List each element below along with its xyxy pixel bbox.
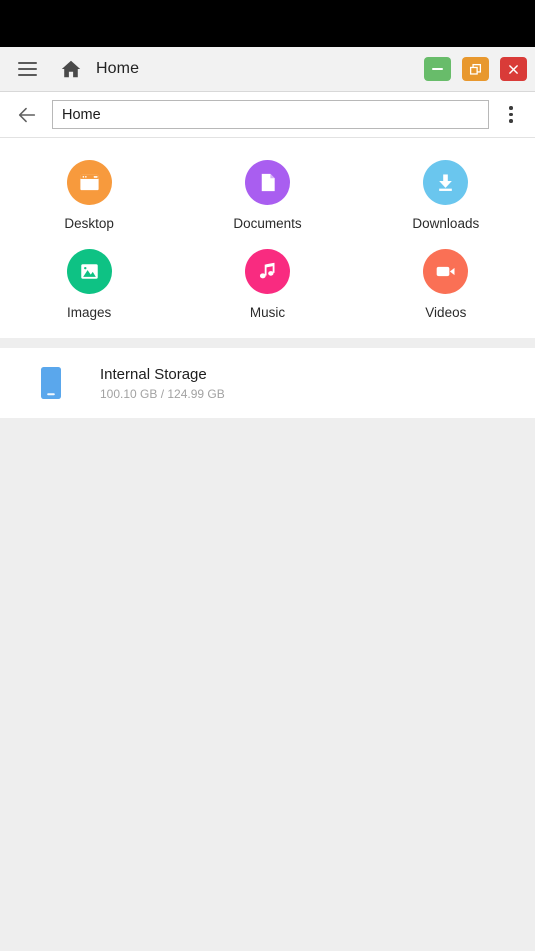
- storage-card: Internal Storage 100.10 GB / 124.99 GB: [0, 348, 535, 418]
- title-bar: Home: [0, 47, 535, 92]
- shortcut-label: Videos: [425, 305, 467, 320]
- document-page-icon: [244, 160, 290, 205]
- system-status-bar: [0, 0, 535, 47]
- window-title: Home: [96, 60, 140, 77]
- file-manager-window: Home Home Desktop Documents Downloads Im…: [0, 0, 535, 951]
- home-icon: [58, 56, 84, 82]
- shortcut-music[interactable]: Music: [178, 245, 356, 322]
- shortcut-label: Downloads: [412, 216, 480, 231]
- hamburger-menu-icon[interactable]: [14, 56, 40, 82]
- restore-button[interactable]: [462, 57, 489, 81]
- close-icon: [509, 64, 518, 74]
- shortcut-desktop[interactable]: Desktop: [0, 156, 178, 233]
- shortcut-label: Documents: [233, 216, 302, 231]
- shortcuts-card: Desktop Documents Downloads Images Music…: [0, 138, 535, 338]
- minimize-button[interactable]: [424, 57, 451, 81]
- desktop-window-icon: [66, 160, 112, 205]
- shortcut-label: Desktop: [64, 216, 114, 231]
- storage-title: Internal Storage: [100, 365, 207, 383]
- storage-text: Internal Storage 100.10 GB / 124.99 GB: [100, 366, 225, 401]
- shortcut-documents[interactable]: Documents: [178, 156, 356, 233]
- music-note-icon: [244, 249, 290, 294]
- window-controls: [424, 57, 527, 81]
- shortcut-grid: Desktop Documents Downloads Images Music…: [0, 156, 535, 322]
- storage-list-item[interactable]: Internal Storage 100.10 GB / 124.99 GB: [0, 364, 535, 402]
- storage-usage: 100.10 GB / 124.99 GB: [100, 386, 225, 401]
- card-separator: [0, 338, 535, 348]
- video-camera-icon: [423, 249, 469, 294]
- shortcut-label: Music: [249, 305, 286, 320]
- close-button[interactable]: [500, 57, 527, 81]
- download-arrow-icon: [423, 160, 469, 205]
- shortcut-label: Images: [67, 305, 112, 320]
- minimize-icon: [432, 68, 443, 70]
- restore-icon: [469, 63, 482, 75]
- phone-storage-icon: [38, 364, 64, 402]
- more-vertical-icon[interactable]: [495, 99, 527, 131]
- shortcut-downloads[interactable]: Downloads: [357, 156, 535, 233]
- shortcut-videos[interactable]: Videos: [357, 245, 535, 322]
- path-input[interactable]: [52, 100, 489, 129]
- content-area: Desktop Documents Downloads Images Music…: [0, 138, 535, 951]
- photo-image-icon: [66, 249, 112, 294]
- shortcut-images[interactable]: Images: [0, 245, 178, 322]
- back-button[interactable]: [12, 100, 42, 130]
- address-bar: [0, 92, 535, 138]
- arrow-left-icon: [18, 107, 36, 122]
